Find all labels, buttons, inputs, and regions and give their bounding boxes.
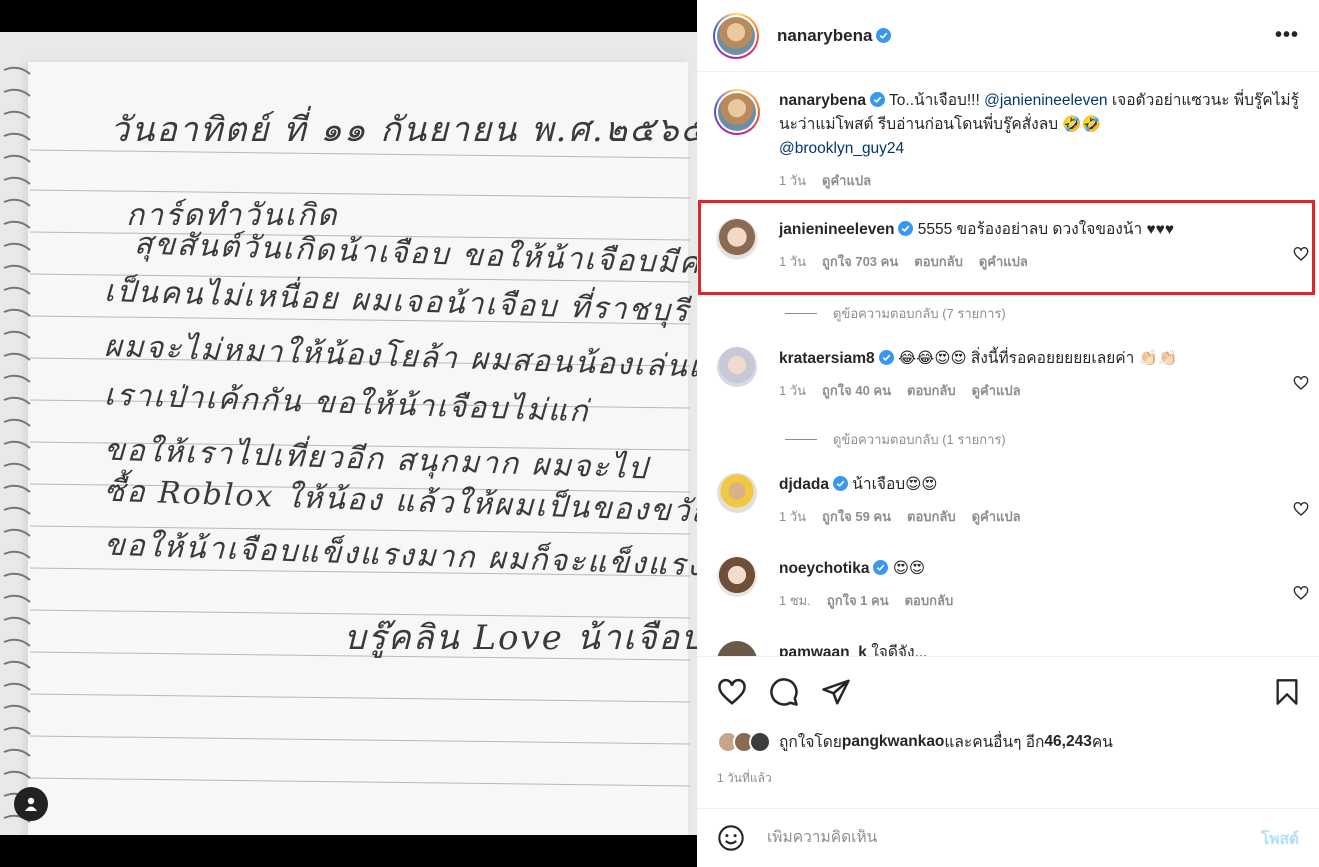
verified-badge-icon <box>870 92 886 107</box>
comment-item: pamwaan_k ใจดีจัง... <box>713 641 1313 656</box>
commenter-avatar[interactable] <box>716 218 758 260</box>
note-line: บรู๊คลิน Love น้าเจือบ <box>344 618 697 658</box>
verified-badge-icon <box>878 350 894 365</box>
author-username[interactable]: nanarybena <box>777 26 892 46</box>
commenter-avatar[interactable] <box>717 473 757 513</box>
comment-item: janienineeleven 5555 ขอร้องอย่าลบ ดวงใจข… <box>713 218 1313 274</box>
comment-likes[interactable]: ถูกใจ 59 คน <box>822 505 891 529</box>
commenter-username[interactable]: noeychotika <box>779 560 869 577</box>
author-avatar[interactable] <box>713 12 759 59</box>
comment-item: noeychotika 😍😍 1 ชม. ถูกใจ 1 คน ตอบกลับ <box>713 557 1313 613</box>
caption-time[interactable]: 1 วัน <box>779 169 806 193</box>
verified-badge-icon <box>898 221 914 236</box>
translate-button[interactable]: ดูคำแปล <box>972 505 1021 529</box>
view-replies-button[interactable]: ดูข้อความตอบกลับ (7 รายการ) <box>785 303 1006 324</box>
heart-icon[interactable] <box>717 677 747 707</box>
post-header: nanarybena ••• <box>697 0 1319 72</box>
post-photo: วันอาทิตย์ ที่ ๑๑ กันยายน พ.ศ.๒๕๖๕ การ์ด… <box>0 32 697 835</box>
post-side-panel: nanarybena ••• nanarybena To..น้าเจือบ!!… <box>697 0 1319 867</box>
like-comment-heart-icon[interactable] <box>1293 585 1309 601</box>
like-comment-heart-icon[interactable] <box>1293 501 1309 517</box>
view-replies-button[interactable]: ดูข้อความตอบกลับ (1 รายการ) <box>785 429 1006 450</box>
reply-button[interactable]: ตอบกลับ <box>907 505 956 529</box>
comment-text: 😂😂😍😍 สิ่งนี้ที่รอคอยยยยยเลยค่า 👏🏻👏🏻 <box>897 350 1178 367</box>
commenter-username[interactable]: janienineeleven <box>779 221 894 238</box>
liker-avatars <box>717 730 771 753</box>
commenter-username[interactable]: krataersiam8 <box>779 350 875 367</box>
comment-text: 😍😍 <box>892 560 926 577</box>
note-line: วันอาทิตย์ ที่ ๑๑ กันยายน พ.ศ.๒๕๖๕ <box>110 110 697 150</box>
more-options-button[interactable]: ••• <box>1275 24 1299 47</box>
comment-time[interactable]: 1 ชม. <box>779 589 811 613</box>
caption-username[interactable]: nanarybena <box>779 92 866 109</box>
mention-link[interactable]: @brooklyn_guy24 <box>779 140 904 157</box>
comment-icon[interactable] <box>769 677 799 707</box>
reply-button[interactable]: ตอบกลับ <box>907 379 956 403</box>
likes-count[interactable]: 46,243 <box>1044 733 1091 751</box>
emoji-icon[interactable] <box>717 824 745 852</box>
comment-likes[interactable]: ถูกใจ 1 คน <box>827 589 889 613</box>
like-comment-heart-icon[interactable] <box>1293 246 1309 262</box>
posted-time[interactable]: 1 วันที่แล้ว <box>717 769 772 788</box>
comment-time[interactable]: 1 วัน <box>779 250 806 274</box>
comment-item: krataersiam8 😂😂😍😍 สิ่งนี้ที่รอคอยยยยยเลย… <box>713 347 1313 403</box>
post-actions: ถูกใจโดย pangkwankao และคนอื่นๆ อีก 46,2… <box>697 656 1319 821</box>
more-horizontal-icon: ••• <box>1274 24 1299 46</box>
comment-time[interactable]: 1 วัน <box>779 505 806 529</box>
comment-text: ใจดีจัง... <box>871 644 928 656</box>
commenter-username[interactable]: djdada <box>779 476 829 493</box>
add-comment-bar: โพสต์ <box>697 808 1319 867</box>
like-comment-heart-icon[interactable] <box>1293 375 1309 391</box>
verified-badge-icon <box>876 27 892 43</box>
comments-list: nanarybena To..น้าเจือบ!!! @janienineele… <box>697 73 1319 656</box>
caption: nanarybena To..น้าเจือบ!!! @janienineele… <box>713 89 1313 193</box>
caption-text: To..น้าเจือบ!!! <box>889 92 985 109</box>
comment-time[interactable]: 1 วัน <box>779 379 806 403</box>
comment-likes[interactable]: ถูกใจ 40 คน <box>822 379 891 403</box>
handwritten-note: วันอาทิตย์ ที่ ๑๑ กันยายน พ.ศ.๒๕๖๕ การ์ด… <box>0 32 697 835</box>
post-comment-button[interactable]: โพสต์ <box>1261 826 1299 851</box>
comment-item: djdada น้าเจือบ😍😍 1 วัน ถูกใจ 59 คน ตอบก… <box>713 473 1313 529</box>
commenter-username[interactable]: pamwaan_k <box>779 644 867 656</box>
verified-badge-icon <box>832 476 848 491</box>
reply-button[interactable]: ตอบกลับ <box>905 589 954 613</box>
mention-link[interactable]: @janienineeleven <box>984 92 1107 109</box>
verified-badge-icon <box>873 560 889 575</box>
commenter-avatar[interactable] <box>717 557 757 597</box>
commenter-avatar[interactable] <box>717 641 757 656</box>
translate-button[interactable]: ดูคำแปล <box>979 250 1028 274</box>
comment-text: 5555 ขอร้องอย่าลบ ดวงใจของน้า ♥♥♥ <box>917 221 1175 238</box>
reply-button[interactable]: ตอบกลับ <box>914 250 963 274</box>
likes-summary[interactable]: ถูกใจโดย pangkwankao และคนอื่นๆ อีก 46,2… <box>717 729 1113 754</box>
caption-avatar[interactable] <box>714 89 760 135</box>
comment-input[interactable] <box>767 829 1261 847</box>
commenter-avatar[interactable] <box>717 347 757 387</box>
user-icon <box>25 797 37 811</box>
liker-username[interactable]: pangkwankao <box>842 733 945 751</box>
translate-button[interactable]: ดูคำแปล <box>972 379 1021 403</box>
share-icon[interactable] <box>821 677 851 707</box>
bookmark-icon[interactable] <box>1273 677 1301 707</box>
translate-button[interactable]: ดูคำแปล <box>822 169 871 193</box>
comment-text: น้าเจือบ😍😍 <box>852 476 938 493</box>
instagram-post-view: วันอาทิตย์ ที่ ๑๑ กันยายน พ.ศ.๒๕๖๕ การ์ด… <box>0 0 1319 867</box>
tagged-users-button[interactable] <box>14 787 48 821</box>
comment-likes[interactable]: ถูกใจ 703 คน <box>822 250 898 274</box>
